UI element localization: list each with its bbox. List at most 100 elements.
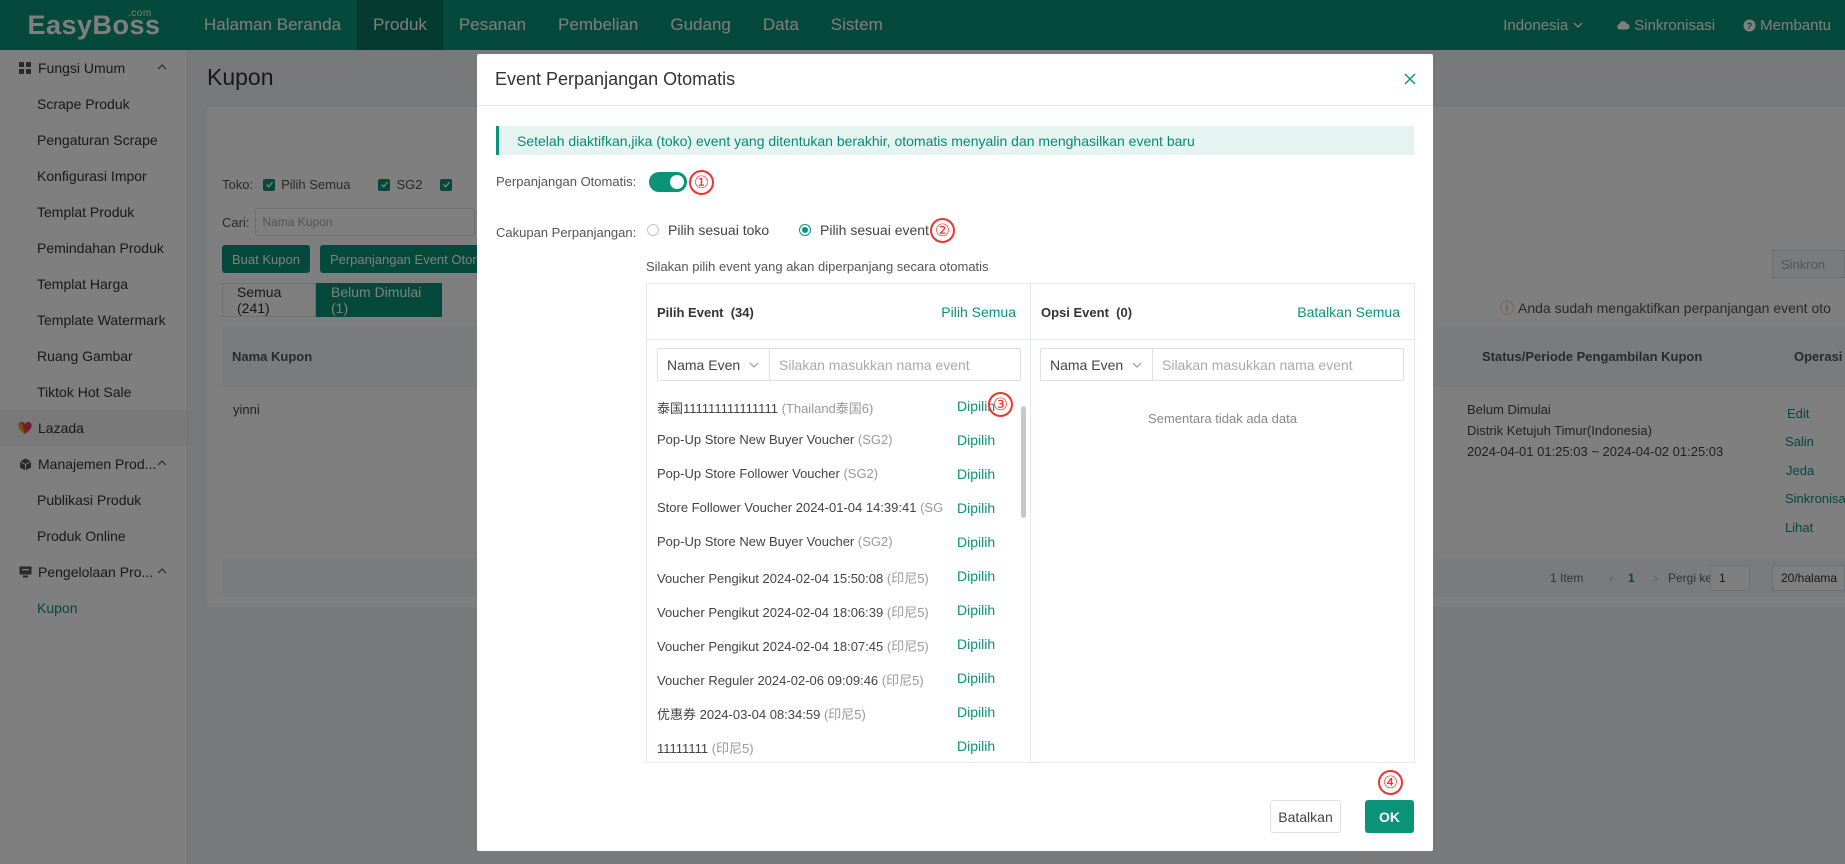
search-field-select[interactable]: Nama Even <box>658 349 770 380</box>
empty-state: Sementara tidak ada data <box>1148 411 1297 426</box>
radio-by-shop[interactable]: Pilih sesuai toko <box>647 222 769 238</box>
radio-by-shop-label: Pilih sesuai toko <box>668 222 770 238</box>
selected-title-text: Opsi Event <box>1041 305 1109 320</box>
pick-button[interactable]: Dipilih <box>957 704 995 720</box>
list-scrollbar[interactable] <box>1021 406 1026 518</box>
available-title-text: Pilih Event <box>657 305 724 320</box>
list-item: Store Follower Voucher 2024-01-04 14:39:… <box>657 500 1020 520</box>
event-shop: (印尼5) <box>711 741 754 756</box>
radio-circle-selected <box>799 224 811 236</box>
available-panel-header: Pilih Event (34) Pilih Semua <box>647 284 1030 340</box>
list-item: Pop-Up Store Follower Voucher (SG2) Dipi… <box>657 466 1020 486</box>
pick-button[interactable]: Dipilih <box>957 636 995 652</box>
select-hint: Silakan pilih event yang akan diperpanja… <box>646 259 989 274</box>
event-name: Voucher Reguler 2024-02-06 09:09:46 (印尼5… <box>657 670 945 689</box>
step-marker-1: ① <box>689 170 714 195</box>
event-shop: (印尼5) <box>886 571 929 586</box>
event-name: 优惠券 2024-03-04 08:34:59 (印尼5) <box>657 704 945 723</box>
event-name: Pop-Up Store New Buyer Voucher (SG2) <box>657 534 945 549</box>
event-title: 优惠券 2024-03-04 08:34:59 <box>657 707 821 722</box>
chevron-down-icon <box>1132 362 1142 368</box>
selected-events-panel: Opsi Event (0) Batalkan Semua Nama Even … <box>1031 284 1414 762</box>
toggle-knob <box>670 175 684 189</box>
step-marker-3: ③ <box>988 392 1013 417</box>
event-shop: (SG <box>920 500 944 515</box>
modal-title: Event Perpanjangan Otomatis <box>495 69 736 89</box>
selected-search: Nama Even Silakan masukkan nama event <box>1040 348 1404 381</box>
event-title: 11111111 <box>657 741 709 756</box>
event-title: Pop-Up Store Follower Voucher <box>657 466 840 481</box>
event-shop: (Thailand泰国6) <box>781 401 874 416</box>
clear-all-link[interactable]: Batalkan Semua <box>1297 304 1400 320</box>
search-field-select[interactable]: Nama Even <box>1041 349 1153 380</box>
event-title: 泰国111111111111111 <box>657 401 778 416</box>
event-title: Voucher Reguler 2024-02-06 09:09:46 <box>657 673 879 688</box>
selected-count: (0) <box>1116 305 1133 320</box>
list-item: Voucher Pengikut 2024-02-04 15:50:08 (印尼… <box>657 568 1020 588</box>
radio-by-event-label: Pilih sesuai event <box>820 222 929 238</box>
modal-header: Event Perpanjangan Otomatis <box>477 54 1433 106</box>
selected-panel-header: Opsi Event (0) Batalkan Semua <box>1031 284 1414 340</box>
radio-by-event[interactable]: Pilih sesuai event <box>799 222 929 238</box>
event-title: Pop-Up Store New Buyer Voucher <box>657 432 855 447</box>
list-item: Voucher Reguler 2024-02-06 09:09:46 (印尼5… <box>657 670 1020 690</box>
select-all-link[interactable]: Pilih Semua <box>941 304 1016 320</box>
event-shop: (印尼5) <box>886 605 929 620</box>
close-icon[interactable] <box>1401 70 1419 88</box>
list-item: Voucher Pengikut 2024-02-04 18:06:39 (印尼… <box>657 602 1020 622</box>
pick-button[interactable]: Dipilih <box>957 534 995 550</box>
event-shop: (印尼5) <box>886 639 929 654</box>
event-name: Pop-Up Store New Buyer Voucher (SG2) <box>657 432 945 447</box>
search-field-select-label: Nama Even <box>667 356 741 373</box>
event-name: Voucher Pengikut 2024-02-04 15:50:08 (印尼… <box>657 568 945 587</box>
list-item: Pop-Up Store New Buyer Voucher (SG2) Dip… <box>657 534 1020 554</box>
pick-button[interactable]: Dipilih <box>957 738 995 754</box>
step-marker-4: ④ <box>1378 770 1403 795</box>
pick-button[interactable]: Dipilih <box>957 568 995 584</box>
event-search-input[interactable]: Silakan masukkan nama event <box>770 349 1020 380</box>
info-alert: Setelah diaktifkan,jika (toko) event yan… <box>496 126 1414 155</box>
pick-button[interactable]: Dipilih <box>957 602 995 618</box>
list-item: 11111111 (印尼5) Dipilih <box>657 738 1020 758</box>
event-title: Voucher Pengikut 2024-02-04 18:06:39 <box>657 605 884 620</box>
radio-circle <box>647 224 659 236</box>
list-item: 泰国111111111111111 (Thailand泰国6) Dipilih <box>657 398 1020 418</box>
chevron-down-icon <box>749 362 759 368</box>
event-shop: (SG2) <box>857 534 893 549</box>
search-field-select-label: Nama Even <box>1050 356 1124 373</box>
list-item: 优惠券 2024-03-04 08:34:59 (印尼5) Dipilih <box>657 704 1020 724</box>
pick-button[interactable]: Dipilih <box>957 500 995 516</box>
step-marker-2: ② <box>930 218 955 243</box>
event-title: Voucher Pengikut 2024-02-04 18:07:45 <box>657 639 884 654</box>
auto-extend-toggle[interactable] <box>649 172 687 192</box>
event-transfer: Pilih Event (34) Pilih Semua Nama Even S… <box>646 283 1415 763</box>
selected-search-input[interactable]: Silakan masukkan nama event <box>1153 349 1403 380</box>
event-name: Store Follower Voucher 2024-01-04 14:39:… <box>657 500 945 515</box>
event-name: 11111111 (印尼5) <box>657 738 945 757</box>
event-shop: (SG2) <box>857 432 893 447</box>
cancel-button[interactable]: Batalkan <box>1270 800 1341 833</box>
auto-extend-modal: Event Perpanjangan Otomatis Setelah diak… <box>477 54 1433 851</box>
event-name: Voucher Pengikut 2024-02-04 18:07:45 (印尼… <box>657 636 945 655</box>
list-item: Pop-Up Store New Buyer Voucher (SG2) Dip… <box>657 432 1020 452</box>
event-list: 泰国111111111111111 (Thailand泰国6) Dipilih … <box>647 392 1030 760</box>
event-title: Voucher Pengikut 2024-02-04 15:50:08 <box>657 571 884 586</box>
list-item: Voucher Pengikut 2024-02-04 18:07:45 (印尼… <box>657 636 1020 656</box>
selected-panel-title: Opsi Event (0) <box>1041 305 1132 320</box>
event-name: 泰国111111111111111 (Thailand泰国6) <box>657 398 945 417</box>
scope-label: Cakupan Perpanjangan: <box>496 225 637 240</box>
event-name: Pop-Up Store Follower Voucher (SG2) <box>657 466 945 481</box>
event-title: Pop-Up Store New Buyer Voucher <box>657 534 855 549</box>
available-events-panel: Pilih Event (34) Pilih Semua Nama Even S… <box>647 284 1031 762</box>
auto-extend-label: Perpanjangan Otomatis: <box>496 174 637 189</box>
pick-button[interactable]: Dipilih <box>957 432 995 448</box>
event-shop: (SG2) <box>843 466 879 481</box>
event-name: Voucher Pengikut 2024-02-04 18:06:39 (印尼… <box>657 602 945 621</box>
event-shop: (印尼5) <box>823 707 866 722</box>
event-shop: (印尼5) <box>881 673 924 688</box>
available-search: Nama Even Silakan masukkan nama event <box>657 348 1021 381</box>
ok-button[interactable]: OK <box>1365 800 1414 833</box>
pick-button[interactable]: Dipilih <box>957 670 995 686</box>
event-title: Store Follower Voucher 2024-01-04 14:39:… <box>657 500 917 515</box>
pick-button[interactable]: Dipilih <box>957 466 995 482</box>
